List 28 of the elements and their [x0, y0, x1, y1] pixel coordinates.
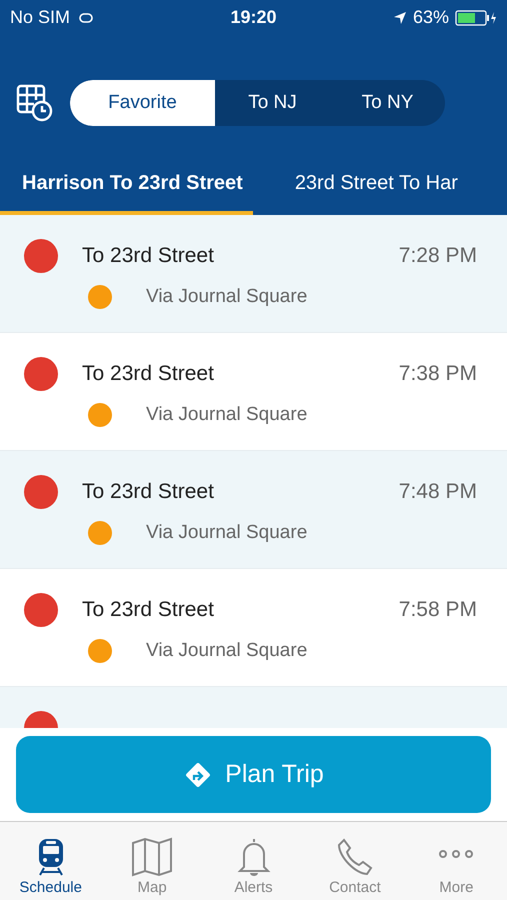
destination: To 23rd Street — [82, 598, 215, 622]
via-station: Via Journal Square — [146, 522, 308, 544]
destination: To 23rd Street — [82, 244, 215, 268]
trip-row[interactable]: To 23rd Street 7:28 PM Via Journal Square — [0, 215, 507, 333]
phone-icon — [336, 837, 374, 877]
via-station: Via Journal Square — [146, 404, 308, 426]
departure-time: 7:48 PM — [398, 480, 477, 504]
train-tab[interactable]: Schedule — [0, 822, 102, 900]
trip-row[interactable]: To 23rd Street 7:48 PM Via Journal Square — [0, 451, 507, 569]
via-station: Via Journal Square — [146, 640, 308, 662]
segment-tab[interactable]: Favorite — [70, 80, 215, 126]
map-icon — [131, 837, 174, 877]
departure-time: 7:58 PM — [398, 598, 477, 622]
clock: 19:20 — [229, 7, 278, 28]
battery-icon — [455, 10, 497, 26]
calendar-clock-icon[interactable] — [16, 84, 54, 122]
battery-percent: 63% — [412, 7, 449, 28]
segment-tab[interactable]: To NJ — [215, 80, 330, 126]
carrier: No SIM — [10, 7, 70, 28]
destination: To 23rd Street — [82, 362, 215, 386]
segment-tab[interactable]: To NY — [330, 80, 445, 126]
location-arrow-icon — [392, 10, 407, 24]
route-tab[interactable]: 23rd Street To Har — [272, 162, 468, 215]
via-station: Via Journal Square — [146, 286, 308, 308]
departure-time: 7:28 PM — [398, 244, 477, 268]
bell-icon — [236, 837, 272, 877]
destination: To 23rd Street — [82, 480, 215, 504]
departure-time: 7:38 PM — [398, 362, 477, 386]
